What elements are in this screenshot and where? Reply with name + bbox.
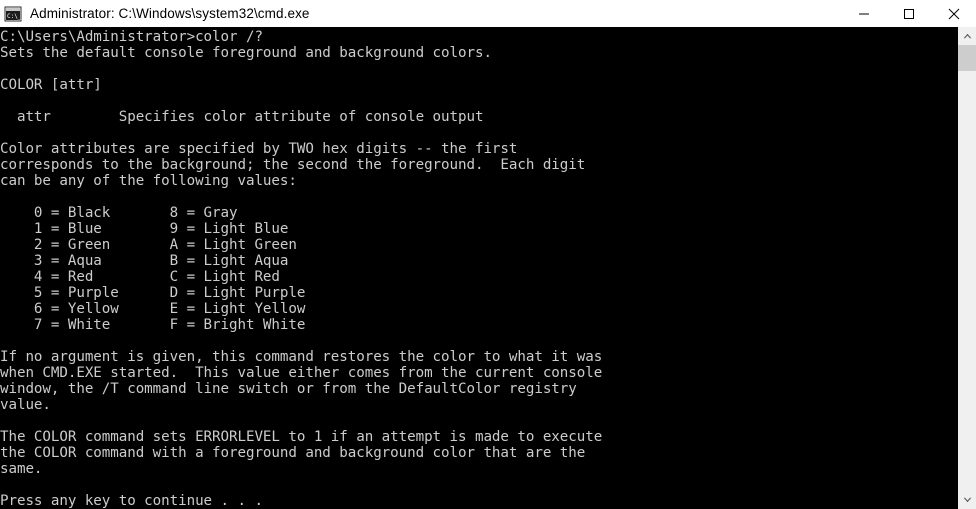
svg-text:C:\_: C:\_ xyxy=(7,13,22,20)
vertical-scrollbar[interactable] xyxy=(958,27,976,509)
scroll-thumb[interactable] xyxy=(958,45,976,71)
cmd-console-icon: C:\_ xyxy=(4,6,22,22)
window-controls xyxy=(841,0,976,27)
minimize-button[interactable] xyxy=(841,0,886,27)
close-button[interactable] xyxy=(931,0,976,27)
window-title: Administrator: C:\Windows\system32\cmd.e… xyxy=(30,6,310,21)
scroll-up-arrow-icon[interactable] xyxy=(958,27,976,45)
console-text: C:\Users\Administrator>color /? Sets the… xyxy=(0,29,603,509)
scroll-down-arrow-icon[interactable] xyxy=(958,491,976,509)
title-bar[interactable]: C:\_ Administrator: C:\Windows\system32\… xyxy=(0,0,976,27)
console-output-area[interactable]: C:\Users\Administrator>color /? Sets the… xyxy=(0,27,958,509)
cmd-window: C:\_ Administrator: C:\Windows\system32\… xyxy=(0,0,976,509)
maximize-button[interactable] xyxy=(886,0,931,27)
